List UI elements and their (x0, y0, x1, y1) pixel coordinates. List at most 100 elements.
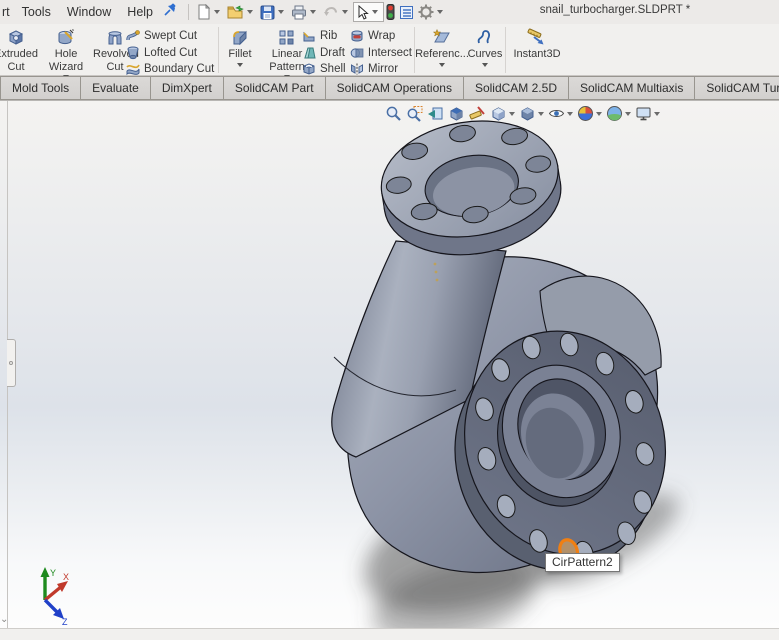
select-cursor-icon (358, 4, 369, 20)
wrap-button[interactable]: Wrap (350, 28, 412, 45)
fillet-button[interactable]: Fillet (222, 25, 258, 75)
section-view-icon (450, 107, 463, 121)
graphics-viewport[interactable]: ⌄ CirPattern2 Y X Z (0, 100, 779, 628)
menu-window[interactable]: Window (59, 1, 119, 23)
monitor-icon (636, 107, 651, 121)
tab-mold-tools[interactable]: Mold Tools (0, 76, 82, 100)
save-button[interactable] (258, 2, 289, 22)
instant3d-icon (526, 28, 548, 48)
revolved-cut-icon (105, 28, 125, 48)
draft-icon (304, 47, 316, 59)
curves-button[interactable]: Curves (467, 25, 503, 75)
menu-bar: rt Tools Window Help snail_turbocharger.… (0, 0, 779, 24)
display-style-icon (521, 107, 534, 121)
dropdown-caret (372, 10, 379, 14)
dropdown-caret (538, 111, 544, 116)
shell-icon (303, 63, 315, 75)
panel-scroll-chevron[interactable]: ⌄ (0, 614, 8, 625)
swept-cut-icon (126, 30, 140, 41)
menu-insert-fragment[interactable]: rt (0, 1, 14, 23)
toolbar-separator (188, 4, 190, 20)
section-view-button[interactable] (446, 104, 467, 123)
dropdown-caret (482, 62, 488, 67)
measure-icon (469, 106, 485, 120)
hole-wizard-button[interactable]: Hole Wizard (40, 25, 92, 80)
print-button[interactable] (289, 2, 321, 22)
undo-icon (324, 6, 338, 16)
panel-tab-grip (9, 361, 13, 365)
dropdown-caret (278, 10, 285, 14)
select-tool-button[interactable] (353, 2, 385, 22)
tab-solidcam-multiaxis[interactable]: SolidCAM Multiaxis (567, 76, 696, 100)
view-settings-button[interactable] (633, 104, 662, 123)
edit-appearance-button[interactable] (575, 104, 604, 123)
rebuild-button[interactable] (384, 2, 397, 22)
window-title: snail_turbocharger.SLDPRT * (539, 4, 691, 16)
gear-icon (418, 4, 434, 20)
boundary-cut-icon (126, 64, 140, 76)
zoom-to-area-button[interactable] (404, 104, 425, 123)
tab-solidcam-25d[interactable]: SolidCAM 2.5D (462, 76, 569, 100)
tab-solidcam-operations[interactable]: SolidCAM Operations (324, 76, 464, 100)
zoom-to-fit-button[interactable] (383, 104, 404, 123)
options-button[interactable] (416, 2, 448, 22)
intersect-button[interactable]: Intersect (350, 45, 412, 62)
wrap-icon (351, 30, 363, 42)
hide-show-items-button[interactable] (546, 104, 575, 123)
zoom-to-area-icon (407, 106, 423, 122)
ribbon-separator (218, 27, 219, 73)
ribbon-separator (505, 27, 506, 73)
menu-tools[interactable]: Tools (14, 1, 59, 23)
reference-geometry-button[interactable]: Referenc... (415, 25, 469, 75)
tab-solidcam-turning[interactable]: SolidCAM Turning (694, 76, 779, 100)
eye-icon (548, 110, 565, 117)
solidworks-window: rt Tools Window Help snail_turbocharger.… (0, 0, 779, 640)
scene-ball-icon (607, 106, 622, 121)
orientation-triad: Y X Z (40, 567, 69, 626)
dropdown-caret (342, 10, 349, 14)
mirror-icon (351, 63, 363, 75)
dropdown-caret (214, 10, 221, 14)
feature-panel-collapsed-tab[interactable] (7, 339, 16, 387)
curves-icon (475, 28, 495, 48)
feature-tooltip: CirPattern2 (545, 553, 620, 572)
file-properties-button[interactable] (397, 2, 416, 22)
reference-geometry-icon (432, 28, 452, 48)
view-orientation-icon (492, 107, 505, 121)
new-document-button[interactable] (194, 2, 225, 22)
rib-icon (303, 32, 315, 42)
triad-x-label: X (63, 572, 69, 582)
swept-cut-button[interactable]: Swept Cut (126, 28, 216, 45)
draft-button[interactable]: Draft (302, 45, 350, 62)
command-tab-bar: Mold Tools Evaluate DimXpert SolidCAM Pa… (0, 76, 779, 100)
display-style-button[interactable] (517, 104, 546, 123)
appearance-ball-icon (578, 106, 593, 121)
pin-menu-icon[interactable] (163, 3, 177, 22)
open-icon (227, 5, 244, 18)
dropdown-caret (237, 62, 243, 67)
extruded-cut-button[interactable]: Extruded Cut (0, 25, 40, 75)
previous-view-button[interactable] (425, 104, 446, 123)
turbocharger-model[interactable] (0, 101, 779, 628)
open-button[interactable] (225, 2, 258, 22)
dropdown-caret (654, 111, 660, 116)
file-properties-icon (400, 5, 414, 19)
menu-help[interactable]: Help (119, 1, 161, 23)
dropdown-caret (247, 10, 254, 14)
dropdown-caret (509, 111, 515, 116)
instant3d-button[interactable]: Instant3D (508, 25, 566, 75)
tab-dimxpert[interactable]: DimXpert (149, 76, 224, 100)
linear-pattern-icon (277, 28, 297, 48)
traffic-light-icon (386, 4, 395, 20)
tab-evaluate[interactable]: Evaluate (80, 76, 151, 100)
rib-button[interactable]: Rib (302, 28, 350, 45)
lofted-cut-button[interactable]: Lofted Cut (126, 45, 216, 62)
view-orientation-button[interactable] (488, 104, 517, 123)
tab-solidcam-part[interactable]: SolidCAM Part (222, 76, 326, 100)
dropdown-caret (439, 62, 445, 67)
undo-button[interactable] (321, 2, 353, 22)
measure-button[interactable] (467, 104, 488, 123)
apply-scene-button[interactable] (604, 104, 633, 123)
dropdown-caret (310, 10, 317, 14)
dropdown-caret (625, 111, 631, 116)
